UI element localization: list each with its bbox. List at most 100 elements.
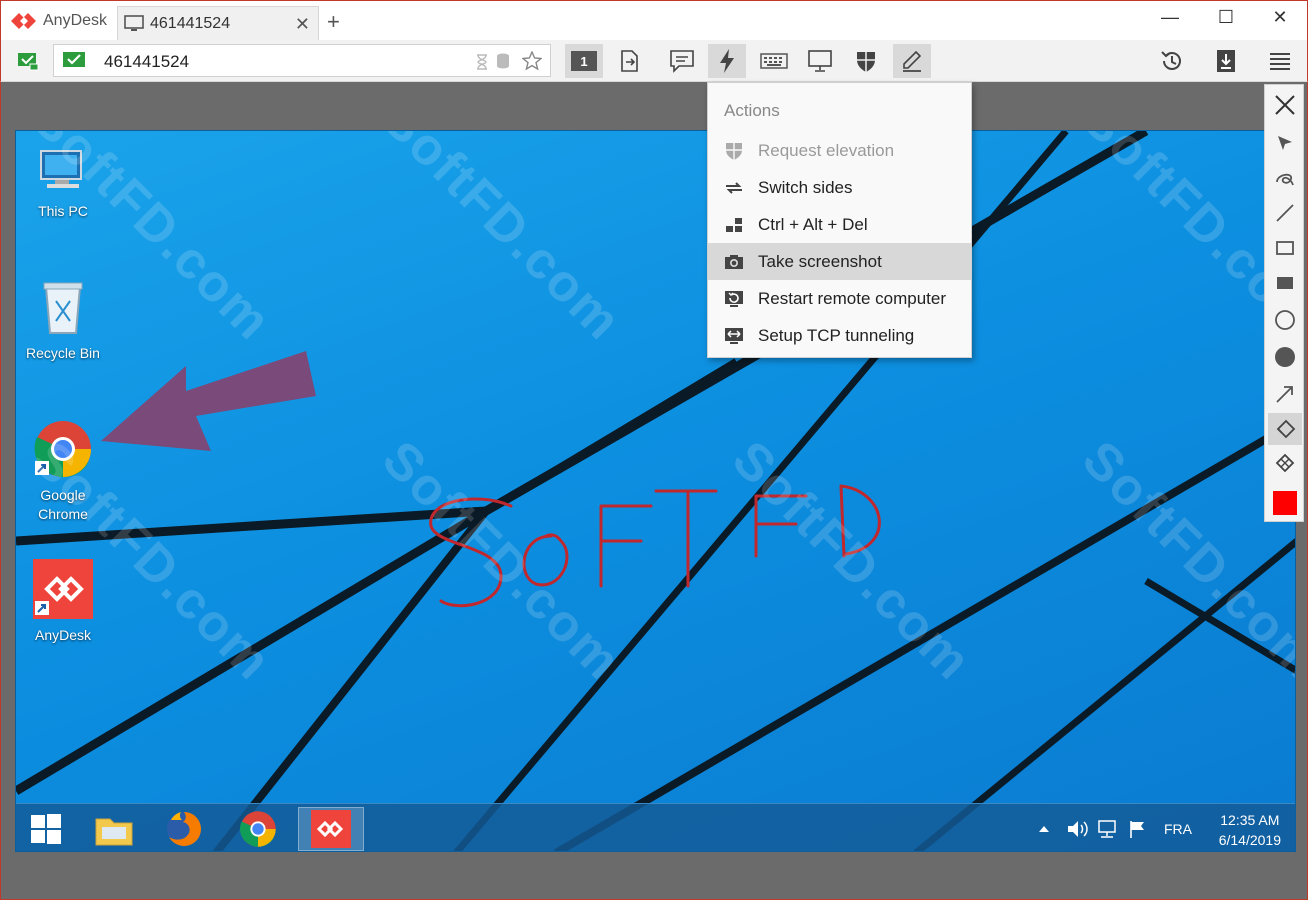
freehand-tool[interactable]	[1268, 162, 1302, 194]
star-icon[interactable]	[522, 51, 542, 71]
network-button[interactable]	[1096, 804, 1118, 851]
firefox-icon	[167, 812, 201, 846]
taskbar-clock[interactable]: 12:35 AM 6/14/2019	[1219, 810, 1281, 850]
minimize-button[interactable]: —	[1155, 7, 1185, 28]
speaker-icon	[1068, 821, 1088, 837]
tab-close-button[interactable]: ✕	[295, 14, 310, 35]
desktop-icon-label: Recycle Bin	[26, 345, 100, 361]
filled-rectangle-tool[interactable]	[1268, 267, 1302, 299]
main-menu-button[interactable]	[1261, 44, 1299, 78]
taskbar-firefox[interactable]	[154, 807, 214, 851]
action-center-button[interactable]	[1128, 804, 1148, 851]
handwritten-drawing	[429, 484, 881, 608]
taskbar-anydesk[interactable]	[298, 807, 364, 851]
keys-icon	[724, 215, 744, 235]
app-brand: AnyDesk	[9, 9, 107, 33]
menu-item-switch-sides[interactable]: Switch sides	[708, 169, 971, 206]
line-icon	[1276, 204, 1294, 222]
desktop-icon-label: This PC	[38, 203, 88, 219]
close-icon	[1275, 95, 1295, 115]
tab-label: 461441524	[150, 15, 231, 32]
desktop-icon-google-chrome[interactable]: Google Chrome	[16, 419, 110, 524]
menu-item-restart-remote[interactable]: Restart remote computer	[708, 280, 971, 317]
display-button[interactable]	[801, 44, 839, 78]
menu-item-ctrl-alt-del[interactable]: Ctrl + Alt + Del	[708, 206, 971, 243]
transfer-files-button[interactable]	[611, 44, 649, 78]
arrow-icon	[1276, 386, 1293, 403]
address-bar[interactable]: 461441524	[53, 44, 551, 77]
language-indicator[interactable]: FRA	[1164, 804, 1192, 851]
hamburger-icon	[1270, 53, 1290, 70]
menu-item-label: Setup TCP tunneling	[758, 325, 915, 345]
restart-icon	[724, 289, 744, 309]
annotation-arrow	[101, 351, 316, 451]
camera-icon	[724, 252, 744, 272]
recycle-bin-icon	[43, 282, 83, 334]
menu-item-label: Restart remote computer	[758, 288, 947, 308]
whiteboard-button[interactable]	[893, 44, 931, 78]
session-tab[interactable]: 461441524 ✕	[117, 6, 319, 41]
chat-button[interactable]	[663, 44, 701, 78]
menu-item-tcp-tunneling[interactable]: Setup TCP tunneling	[708, 317, 971, 354]
install-icon	[1217, 50, 1235, 72]
show-hidden-icons-button[interactable]	[1038, 804, 1050, 851]
history-button[interactable]	[1153, 44, 1191, 78]
start-button[interactable]	[16, 807, 76, 851]
title-bar: AnyDesk 461441524 ✕ + — ☐ ✕	[0, 0, 1308, 41]
pointer-tool[interactable]	[1268, 127, 1302, 159]
monitor-icon	[124, 15, 144, 31]
keyboard-button[interactable]	[755, 44, 793, 78]
file-transfer-icon	[621, 50, 638, 72]
ellipse-tool[interactable]	[1268, 304, 1302, 336]
shield-icon	[724, 141, 744, 161]
actions-button[interactable]	[708, 44, 746, 78]
arrow-tool[interactable]	[1268, 378, 1302, 410]
verified-icon	[63, 52, 85, 67]
rectangle-tool[interactable]	[1268, 232, 1302, 264]
monitor-number: 1	[571, 51, 597, 71]
connection-status-icon[interactable]	[9, 44, 47, 78]
menu-item-take-screenshot[interactable]: Take screenshot	[708, 243, 971, 280]
clear-drawing-tool[interactable]	[1268, 447, 1302, 479]
desktop-icon-this-pc[interactable]: This PC	[16, 147, 110, 221]
anydesk-icon	[33, 559, 93, 619]
desktop-icon-recycle-bin[interactable]: Recycle Bin	[16, 277, 110, 363]
flag-icon	[1130, 821, 1144, 838]
taskbar-file-explorer[interactable]	[84, 807, 144, 851]
monitor-select-button[interactable]: 1	[565, 44, 603, 78]
clear-eraser-icon	[1275, 453, 1295, 473]
filled-circle-icon	[1275, 347, 1295, 367]
color-picker[interactable]	[1268, 487, 1302, 519]
drawing-toolbar	[1264, 84, 1304, 522]
hourglass-icon	[477, 54, 487, 70]
new-tab-button[interactable]: +	[327, 9, 340, 35]
volume-button[interactable]	[1066, 804, 1088, 851]
anydesk-logo-icon	[11, 13, 36, 29]
display-icon	[808, 50, 832, 72]
freehand-icon	[1276, 173, 1294, 186]
chevron-up-icon	[1039, 826, 1049, 832]
install-button[interactable]	[1207, 44, 1245, 78]
desktop-icon-label: AnyDesk	[34, 627, 92, 643]
taskbar-chrome[interactable]	[228, 807, 288, 851]
filled-rectangle-icon	[1277, 277, 1293, 289]
filled-ellipse-tool[interactable]	[1268, 341, 1302, 373]
toolbar: 461441524 1	[0, 40, 1308, 82]
remote-taskbar: FRA 12:35 AM 6/14/2019	[16, 803, 1295, 851]
close-window-button[interactable]: ✕	[1265, 7, 1295, 28]
pointer-icon	[1278, 136, 1292, 150]
permissions-button[interactable]	[847, 44, 885, 78]
remote-view[interactable]: This PC Recycle Bin Google Chrome AnyDes…	[0, 82, 1308, 900]
maximize-button[interactable]: ☐	[1211, 7, 1241, 28]
network-icon	[1098, 820, 1116, 838]
close-drawing-button[interactable]	[1268, 89, 1302, 121]
remote-desktop[interactable]: This PC Recycle Bin Google Chrome AnyDes…	[15, 130, 1296, 852]
address-input[interactable]: 461441524	[104, 52, 189, 72]
menu-item-label: Take screenshot	[758, 251, 882, 271]
eraser-icon	[1276, 419, 1296, 439]
line-tool[interactable]	[1268, 197, 1302, 229]
menu-item-request-elevation[interactable]: Request elevation	[708, 132, 971, 169]
eraser-tool[interactable]	[1268, 413, 1302, 445]
desktop-icon-anydesk[interactable]: AnyDesk	[16, 559, 110, 645]
desktop-icon-label-line2: Chrome	[38, 506, 88, 522]
